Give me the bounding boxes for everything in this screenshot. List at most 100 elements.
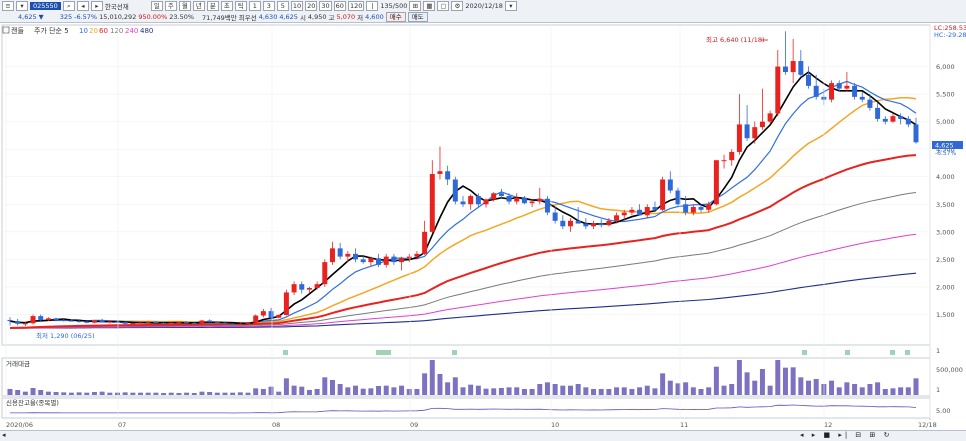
prev-stock-icon[interactable]: ◂ [76,0,89,11]
next-stock-icon[interactable]: ▸ [90,0,103,11]
volume-axis-tick: 500,000 [936,366,963,374]
candle-body [575,220,581,224]
signal-marker [452,350,457,355]
volume-bar [391,387,397,395]
minute-120-button[interactable]: 120 [347,0,365,11]
volume-bar [437,374,443,395]
volume-bar [767,385,773,395]
minute-10-button[interactable]: 10 [290,0,304,11]
volume-bar [7,389,13,395]
legend-ma120: 120 [110,27,123,35]
candle-body [759,121,765,128]
period-second-button[interactable]: 초 [220,0,233,11]
price-axis-tick: 5,000 [936,118,955,126]
candle-body [829,83,835,100]
candles [7,31,919,327]
volume-bar [752,380,758,395]
volume-bar [61,392,67,395]
signal-axis-label: 1 [936,347,940,355]
settings-icon[interactable]: ⚙ [451,0,464,11]
buy-button[interactable]: 매수 [385,11,406,22]
volume-bar [322,377,328,395]
candle-body [798,61,804,75]
signal-marker [845,350,850,355]
menu-icon[interactable]: ≡ [2,0,14,11]
candle-body [713,160,719,205]
candle-body [91,320,97,323]
stock-code-input[interactable]: 025550 [30,1,61,10]
volume-bar [829,380,835,395]
bottom-scrollbar[interactable]: ◂ ◂ ▸ ■ ▸| ⊟ ⊞ ↻ [0,430,966,441]
volume-bar [422,373,428,395]
dropdown-icon[interactable]: ▾ [16,0,28,11]
volume-bar [253,388,259,395]
legend-ma60: 60 [99,27,108,35]
candle-body [683,204,689,213]
volume-bar [145,392,151,395]
period-day-button[interactable]: 일 [150,0,163,11]
volume-bar [759,369,765,395]
date-axis-tick: 10 [551,421,559,429]
candle-body [368,258,374,263]
volume-bar [184,392,190,395]
price-axis-tick: 6,000 [936,63,955,71]
search-icon[interactable]: ⌕ [62,0,75,11]
volume-bar [621,387,627,395]
volume-bar [575,384,581,395]
best-quote-label: 최우선 [238,13,257,22]
legend-ma10: 10 [79,27,88,35]
minute-3-button[interactable]: 3 [262,0,275,11]
volume-bar [867,384,873,395]
volume-bar [905,387,911,395]
period-minute-button[interactable]: 분 [206,0,219,11]
playback-controls[interactable]: ◂ ▸ ■ ▸| ⊟ ⊞ ↻ [800,431,892,439]
volume-bar [68,392,74,395]
volume-bar [583,387,589,395]
period-week-button[interactable]: 주 [164,0,177,11]
volume-bar [782,367,788,395]
candle-body [506,196,512,202]
minute-60-button[interactable]: 60 [333,0,346,11]
volume-bar [544,382,550,395]
date-axis: 2020/06 07 08 09 10 11 12 12/18 [5,25,937,429]
candle-body [138,322,144,324]
period-month-button[interactable]: 월 [178,0,191,11]
volume-bar [414,389,420,395]
volume-bar [498,388,504,395]
period-tick-button[interactable]: 틱 [234,0,247,11]
period-year-button[interactable]: 년 [192,0,205,11]
candle-body [391,256,397,263]
calendar-icon[interactable]: ▾ [504,0,517,11]
window-icon[interactable]: ▢ [437,0,450,11]
volume-bar [813,379,819,395]
expand-icon[interactable]: ⊞ [409,0,422,11]
scroll-left-icon[interactable]: ◂ [2,431,6,439]
minute-20-button[interactable]: 20 [305,0,318,11]
volume-bar [560,385,566,395]
candle-body [606,220,612,226]
volume-bar [406,389,412,395]
candle-body [690,207,696,213]
current-price: 4,625 ▼ [18,12,44,21]
sell-button[interactable]: 매도 [407,11,428,22]
candle-body [913,124,919,143]
minute-1-button[interactable]: 1 [248,0,261,11]
volume-bar [775,360,781,395]
price-change-pct: -6.57% [74,12,98,21]
candle-body [153,321,159,323]
grid-icon[interactable]: ▦ [423,0,436,11]
cursor-icon[interactable]: | [366,0,379,11]
open-price: 4,950 [307,12,327,21]
trade-amount: 71,749백만 [202,13,237,22]
candle-body [521,197,527,204]
high-label: 고 [328,13,335,22]
date-field[interactable]: 2020/12/18 [465,2,502,10]
stock-chart[interactable]: 캔들 주가 단순 5 10 20 60 120 240 480 6,000 5,5… [0,22,966,430]
minute-5-button[interactable]: 5 [276,0,289,11]
minute-30-button[interactable]: 30 [319,0,332,11]
ma20-line [9,96,917,324]
volume-bar [614,387,620,395]
volume-bar [790,367,796,395]
volume-bar [314,389,320,395]
candle-body [61,319,67,321]
